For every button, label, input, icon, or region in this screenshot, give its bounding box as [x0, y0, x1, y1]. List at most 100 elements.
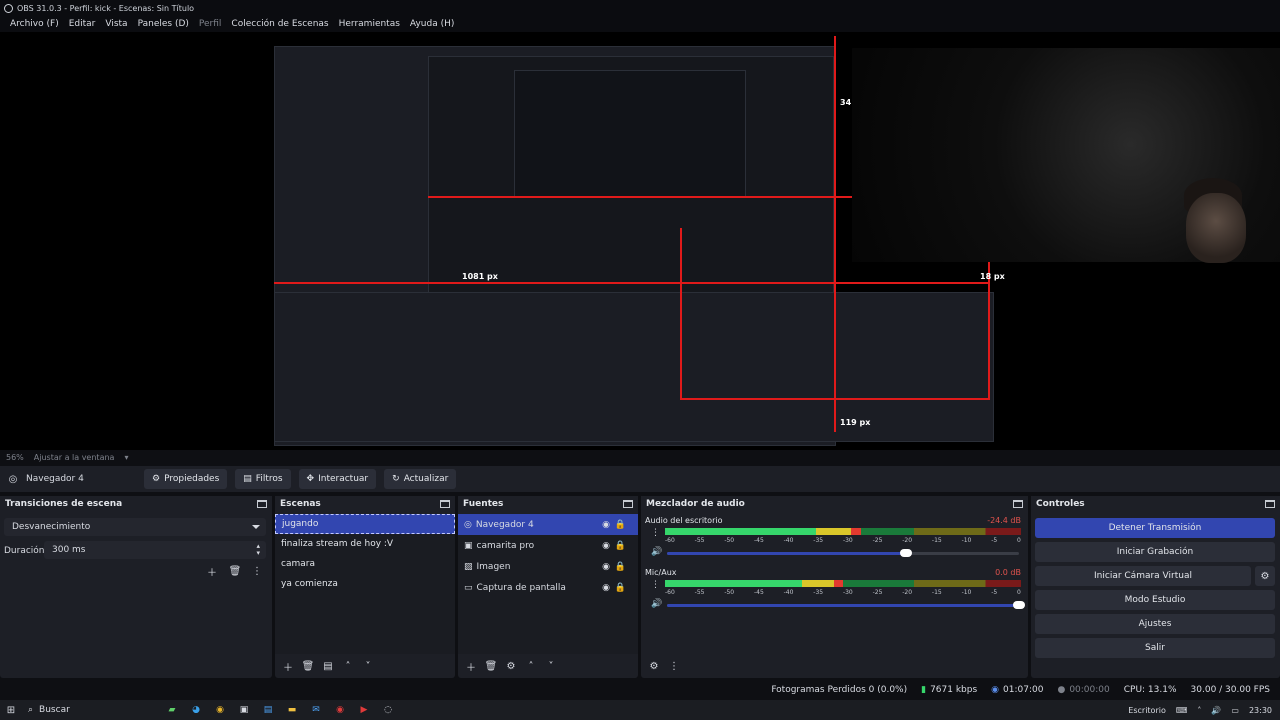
scale-tick: -30: [842, 589, 853, 596]
edge-browser-icon[interactable]: ◕: [184, 702, 208, 718]
clock[interactable]: 23:30: [1249, 706, 1272, 715]
chevron-up-icon[interactable]: ˄: [1197, 706, 1201, 715]
control-button[interactable]: Detener Transmisión: [1035, 518, 1275, 538]
scale-tick: -10: [961, 537, 972, 544]
control-button[interactable]: Iniciar Cámara Virtual: [1035, 566, 1251, 586]
store-icon[interactable]: ▤: [256, 702, 280, 718]
network-icon[interactable]: ▭: [1231, 706, 1239, 715]
menu-item[interactable]: Ayuda (H): [405, 19, 459, 29]
undock-icon[interactable]: [440, 500, 450, 508]
duration-spinbox[interactable]: 300 ms ▴ ▾: [44, 541, 266, 559]
eye-icon[interactable]: ◉: [602, 583, 610, 593]
scene-item[interactable]: camara: [275, 554, 455, 574]
scene-item[interactable]: finaliza stream de hoy :V: [275, 534, 455, 554]
menu-item[interactable]: Colección de Escenas: [226, 19, 333, 29]
volume-fader[interactable]: [667, 601, 1025, 609]
control-button[interactable]: Modo Estudio: [1035, 590, 1275, 610]
undock-icon[interactable]: [623, 500, 633, 508]
arrow-up-icon[interactable]: ˄: [524, 659, 538, 673]
undock-icon[interactable]: [1265, 500, 1275, 508]
chrome-browser-icon[interactable]: ◉: [208, 702, 232, 718]
volume-icon[interactable]: 🔊: [1211, 706, 1221, 715]
menu-item[interactable]: Editar: [64, 19, 101, 29]
chevron-down-icon[interactable]: ▾: [124, 453, 128, 462]
spin-arrows-icon[interactable]: ▴ ▾: [256, 543, 260, 557]
refresh-button[interactable]: ↻ Actualizar: [384, 469, 457, 489]
lock-icon[interactable]: 🔒: [615, 520, 626, 530]
volume-icon[interactable]: 🔊: [651, 547, 662, 557]
obs-taskbar-icon[interactable]: ◌: [376, 702, 400, 718]
source-item[interactable]: ▨ Imagen ◉ 🔒: [458, 556, 638, 577]
kebab-menu-icon[interactable]: ⋮: [651, 580, 660, 590]
globe-icon: ◎: [464, 519, 472, 530]
distance-label-top: 34: [840, 98, 852, 107]
arrow-up-icon[interactable]: ˄: [341, 659, 355, 673]
duration-label: Duración: [4, 546, 45, 556]
fader-handle[interactable]: [1013, 601, 1025, 609]
eye-icon[interactable]: ◉: [602, 520, 610, 530]
kebab-menu-icon[interactable]: ⋮: [651, 528, 660, 538]
filter-icon[interactable]: ▤: [321, 659, 335, 673]
interact-button[interactable]: ✥ Interactuar: [298, 469, 377, 489]
mail-icon[interactable]: ✉: [304, 702, 328, 718]
trash-icon[interactable]: 🗑: [484, 659, 498, 673]
arrow-down-icon[interactable]: ˅: [361, 659, 375, 673]
menu-item[interactable]: Herramientas: [334, 19, 405, 29]
duration-value: 300 ms: [52, 545, 86, 555]
undock-icon[interactable]: [257, 500, 267, 508]
virtual-camera-settings-gear-icon[interactable]: ⚙: [1255, 566, 1275, 586]
add-icon[interactable]: ＋: [281, 659, 295, 674]
arrow-down-icon[interactable]: ˅: [544, 659, 558, 673]
add-icon[interactable]: ＋: [205, 564, 219, 579]
control-button[interactable]: Salir: [1035, 638, 1275, 658]
fader-handle[interactable]: [900, 549, 913, 557]
menu-item[interactable]: Vista: [100, 19, 132, 29]
source-item[interactable]: ▭ Captura de pantalla ◉ 🔒: [458, 577, 638, 598]
trash-icon[interactable]: 🗑: [301, 659, 315, 673]
task-view-icon[interactable]: ▣: [232, 702, 256, 718]
windows-start-icon[interactable]: ⊞: [0, 705, 22, 716]
channel-name: Mic/Aux: [645, 568, 677, 577]
record-timer: ● 00:00:00: [1057, 685, 1109, 695]
kebab-menu-icon[interactable]: ⋮: [667, 659, 681, 673]
control-button[interactable]: Iniciar Grabación: [1035, 542, 1275, 562]
kebab-menu-icon[interactable]: ⋮: [250, 564, 264, 578]
source-item[interactable]: ▣ camarita pro ◉ 🔒: [458, 535, 638, 556]
taskbar-search[interactable]: ⌕ Buscar: [22, 702, 160, 718]
record-app-icon[interactable]: ◉: [328, 702, 352, 718]
lock-icon[interactable]: 🔒: [615, 562, 626, 572]
menu-item[interactable]: Perfil: [194, 19, 227, 29]
transition-select[interactable]: Desvanecimiento: [4, 518, 266, 536]
menu-item[interactable]: Paneles (D): [133, 19, 194, 29]
source-item[interactable]: ◎ Navegador 4 ◉ 🔒: [458, 514, 638, 535]
widgets-icon[interactable]: ▰: [160, 702, 184, 718]
file-explorer-icon[interactable]: ▬: [280, 702, 304, 718]
filters-button[interactable]: ▤ Filtros: [235, 469, 291, 489]
eye-icon[interactable]: ◉: [602, 541, 610, 551]
youtube-icon[interactable]: ▶: [352, 702, 376, 718]
properties-button[interactable]: ⚙ Propiedades: [144, 469, 228, 489]
advanced-audio-gear-icon[interactable]: ⚙: [647, 659, 661, 673]
bitrate-value: 7671 kbps: [930, 685, 978, 695]
lock-icon[interactable]: 🔒: [615, 583, 626, 593]
dropped-frames: Fotogramas Perdidos 0 (0.0%): [771, 685, 908, 695]
stream-timer: ◉ 01:07:00: [991, 685, 1043, 695]
eye-icon[interactable]: ◉: [602, 562, 610, 572]
add-icon[interactable]: ＋: [464, 659, 478, 674]
desktop-label[interactable]: Escritorio: [1128, 706, 1166, 715]
undock-icon[interactable]: [1013, 500, 1023, 508]
menu-item[interactable]: Archivo (F): [5, 19, 64, 29]
gear-icon[interactable]: ⚙: [504, 659, 518, 673]
trash-icon[interactable]: 🗑: [228, 564, 242, 578]
volume-fader[interactable]: [667, 549, 913, 557]
control-button[interactable]: Ajustes: [1035, 614, 1275, 634]
scale-tick: -60: [665, 589, 675, 596]
scene-item[interactable]: ya comienza: [275, 574, 455, 594]
preview-canvas[interactable]: 1081 px 18 px 119 px 34: [0, 32, 1280, 450]
fit-to-window-toggle[interactable]: Ajustar a la ventana: [34, 453, 115, 462]
scene-item[interactable]: jugando: [275, 514, 455, 534]
lock-icon[interactable]: 🔒: [615, 541, 626, 551]
keyboard-icon[interactable]: ⌨: [1176, 706, 1188, 715]
volume-icon[interactable]: 🔊: [651, 599, 662, 609]
distance-label-bottom: 119 px: [840, 418, 871, 427]
